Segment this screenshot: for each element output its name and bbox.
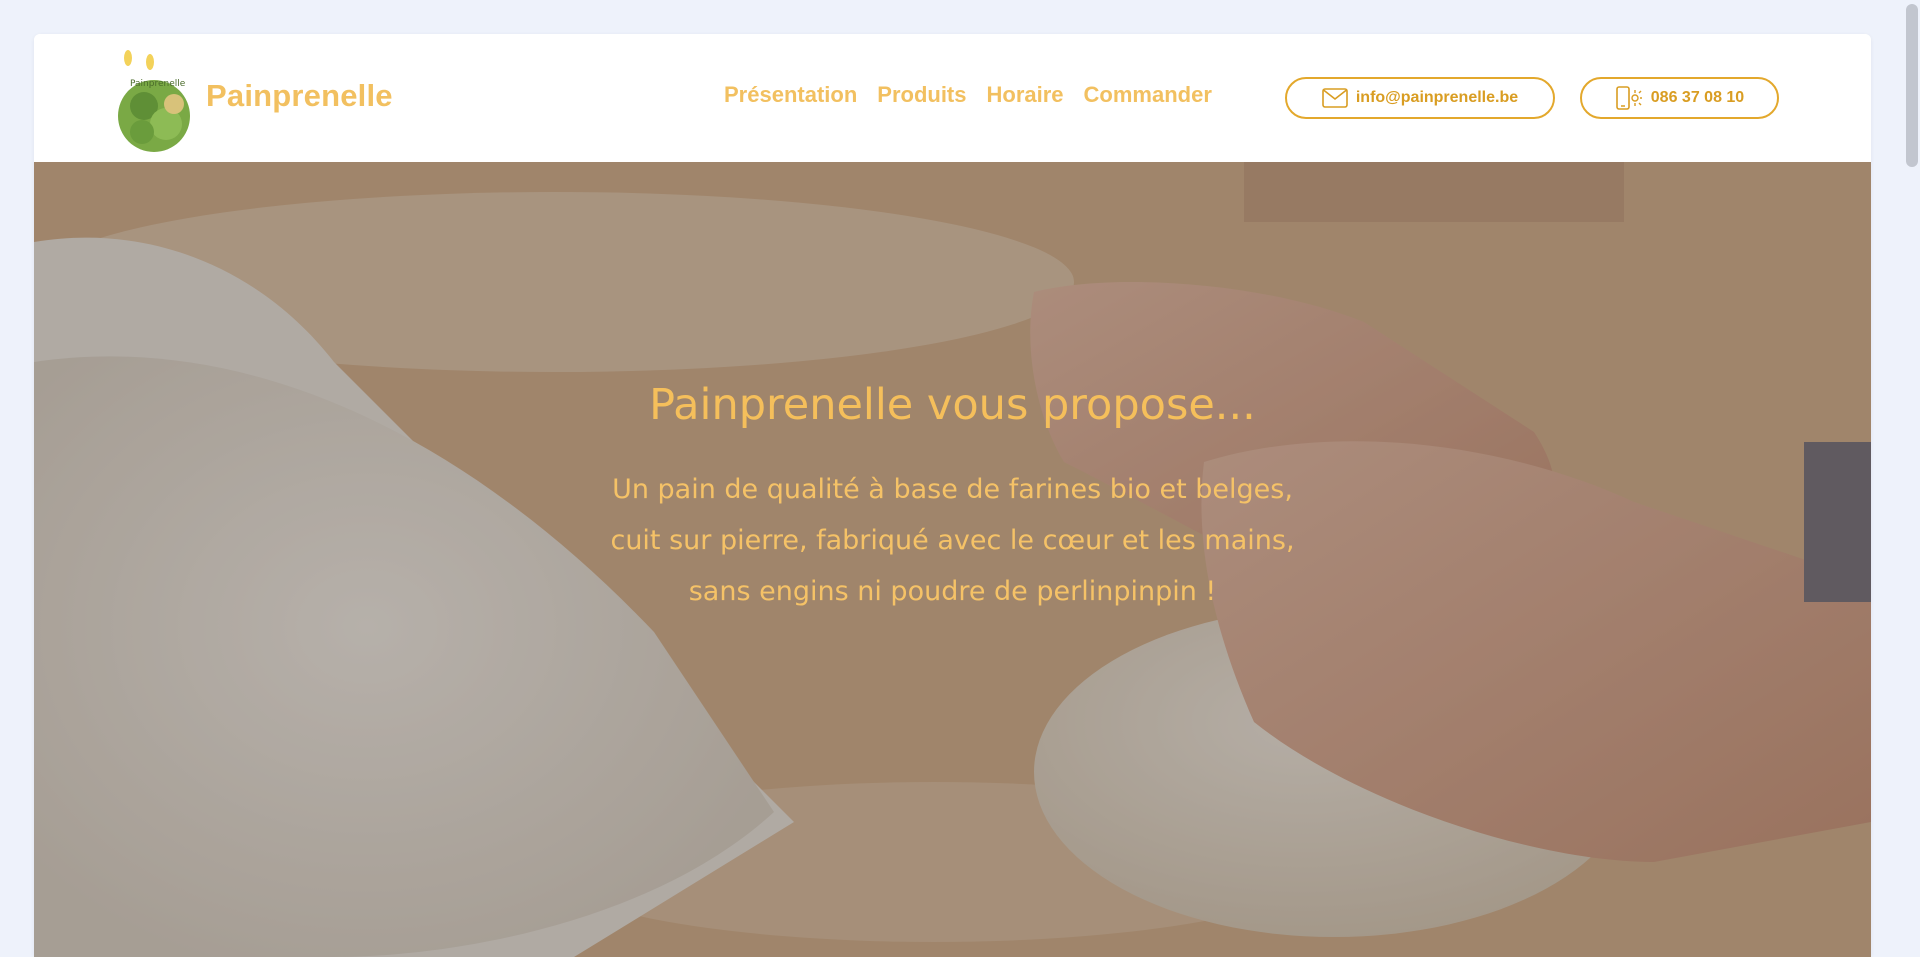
phone-button[interactable]: 086 37 08 10 — [1580, 77, 1779, 119]
main-nav: Présentation Produits Horaire Commander — [724, 82, 1212, 108]
scrollbar-thumb[interactable] — [1906, 4, 1918, 167]
email-button[interactable]: info@painprenelle.be — [1285, 77, 1555, 119]
logo[interactable]: Painprenelle — [114, 46, 200, 152]
hero-title: Painprenelle vous propose... — [649, 380, 1256, 430]
hero-description: Un pain de qualité à base de farines bio… — [34, 464, 1871, 617]
nav-horaire[interactable]: Horaire — [987, 82, 1064, 108]
site-header: Painprenelle Painprenelle Présentation P… — [34, 34, 1871, 162]
hero-section: Painprenelle vous propose... Un pain de … — [34, 162, 1871, 957]
email-label: info@painprenelle.be — [1355, 89, 1519, 106]
nav-commander[interactable]: Commander — [1084, 82, 1212, 108]
hero-line: Un pain de qualité à base de farines bio… — [612, 474, 1293, 505]
envelope-icon — [1322, 88, 1348, 108]
logo-text: Painprenelle — [130, 79, 186, 89]
page-container: Painprenelle Painprenelle Présentation P… — [34, 34, 1871, 957]
hero-line: sans engins ni poudre de perlinpinpin ! — [688, 576, 1217, 607]
brand-name[interactable]: Painprenelle — [206, 78, 393, 114]
nav-produits[interactable]: Produits — [877, 82, 966, 108]
nav-presentation[interactable]: Présentation — [724, 82, 857, 108]
hero-line: cuit sur pierre, fabriqué avec le cœur e… — [610, 525, 1295, 556]
vertical-scrollbar[interactable] — [1902, 0, 1920, 957]
mobile-phone-icon — [1615, 86, 1642, 110]
phone-label: 086 37 08 10 — [1650, 89, 1745, 106]
